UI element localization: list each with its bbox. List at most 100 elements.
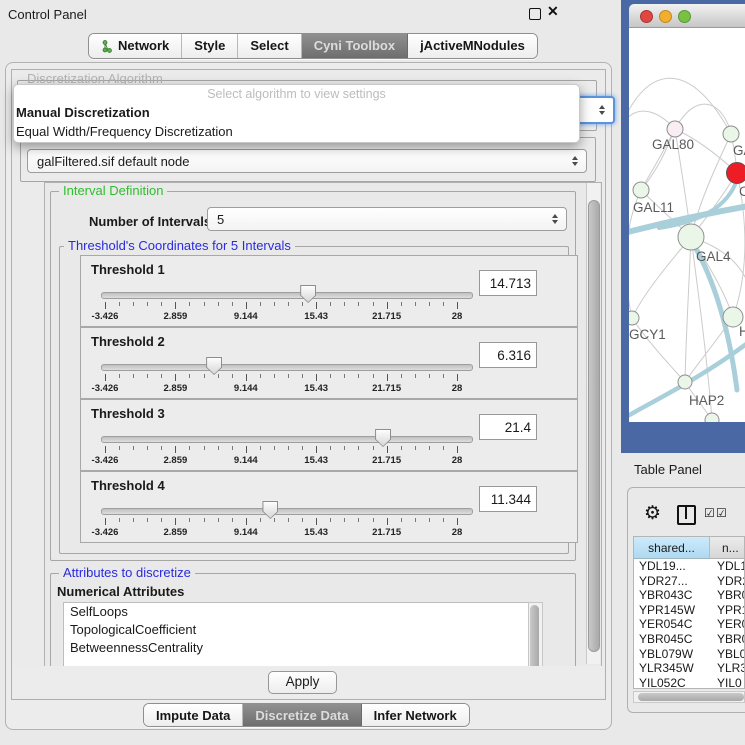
table-panel-title: Table Panel bbox=[634, 462, 702, 477]
split-view-icon[interactable] bbox=[677, 505, 696, 525]
table-row[interactable]: YIL052CYIL0 bbox=[634, 676, 744, 689]
tab-network[interactable]: Network bbox=[89, 34, 182, 58]
slider-track[interactable] bbox=[101, 436, 473, 443]
scrollbar-thumb[interactable] bbox=[638, 693, 744, 701]
table-cell[interactable]: YPR145W bbox=[634, 603, 710, 618]
checkbox-icon[interactable]: ☑ bbox=[704, 506, 715, 520]
number-of-intervals-combobox[interactable]: 5 bbox=[207, 207, 567, 231]
network-node[interactable] bbox=[705, 413, 719, 422]
tab-discretize-data[interactable]: Discretize Data bbox=[243, 704, 361, 726]
table-row[interactable]: YLR345WYLR3 bbox=[634, 661, 744, 676]
threshold-value-field[interactable]: 14.713 bbox=[479, 270, 537, 296]
table-row[interactable]: YDR27...YDR2 bbox=[634, 574, 744, 589]
tick-label: 15.43 bbox=[304, 383, 328, 394]
threshold-label: Threshold 4 bbox=[91, 478, 165, 493]
slider-ticks bbox=[81, 446, 577, 454]
table-cell[interactable]: YBR043C bbox=[634, 588, 710, 603]
network-node[interactable] bbox=[678, 375, 692, 389]
attribute-item[interactable]: SelfLoops bbox=[64, 603, 528, 621]
table-cell[interactable]: YBR0 bbox=[710, 632, 744, 647]
slider-thumb[interactable] bbox=[300, 285, 316, 303]
apply-button[interactable]: Apply bbox=[268, 671, 337, 694]
table-cell[interactable]: YDL1 bbox=[710, 559, 744, 574]
zoom-traffic-light-icon[interactable] bbox=[678, 10, 691, 23]
tab-cyni-toolbox[interactable]: Cyni Toolbox bbox=[302, 34, 408, 58]
tab-style[interactable]: Style bbox=[182, 34, 238, 58]
gear-icon[interactable]: ⚙ bbox=[644, 502, 661, 525]
tick-mark bbox=[344, 446, 345, 450]
table-data-value: galFiltered.sif default node bbox=[37, 154, 189, 169]
slider-track[interactable] bbox=[101, 292, 473, 299]
table-cell[interactable]: YPR1 bbox=[710, 603, 744, 618]
slider-track[interactable] bbox=[101, 508, 473, 515]
close-traffic-light-icon[interactable] bbox=[640, 10, 653, 23]
tick-mark bbox=[358, 446, 359, 450]
settings-scroll-viewport: Interval Definition Number of Intervals … bbox=[44, 182, 602, 667]
column-header-shared-name[interactable]: shared... bbox=[634, 537, 710, 559]
tick-label: 9.144 bbox=[234, 311, 258, 322]
table-cell[interactable]: YER0 bbox=[710, 617, 744, 632]
network-node[interactable] bbox=[629, 311, 639, 325]
slider-thumb[interactable] bbox=[375, 429, 391, 447]
network-node-selected[interactable] bbox=[727, 163, 745, 184]
table-row[interactable]: YER054CYER0 bbox=[634, 617, 744, 632]
network-window-titlebar[interactable] bbox=[629, 4, 745, 28]
float-window-icon[interactable] bbox=[529, 8, 541, 20]
tab-infer-network[interactable]: Infer Network bbox=[362, 704, 469, 726]
table-cell[interactable]: YLR3 bbox=[710, 661, 744, 676]
network-node[interactable] bbox=[723, 126, 739, 142]
slider-thumb[interactable] bbox=[206, 357, 222, 375]
close-icon[interactable]: ✕ bbox=[547, 3, 559, 20]
network-node[interactable] bbox=[678, 224, 704, 250]
tab-impute-data[interactable]: Impute Data bbox=[144, 704, 243, 726]
checkbox-icon[interactable]: ☑ bbox=[716, 506, 727, 520]
dropdown-option-equal-width[interactable]: Equal Width/Frequency Discretization bbox=[14, 122, 579, 141]
table-cell[interactable]: YDR2 bbox=[710, 574, 744, 589]
table-row[interactable]: YPR145WYPR1 bbox=[634, 603, 744, 618]
attribute-item[interactable]: TopologicalCoefficient bbox=[64, 621, 528, 639]
table-cell[interactable]: YBL0 bbox=[710, 647, 744, 662]
network-view-window[interactable]: GAL80 GA C GAL11 GAL4 GCY1 H HAP2 bbox=[621, 0, 745, 453]
table-cell[interactable]: YBR045C bbox=[634, 632, 710, 647]
table-cell[interactable]: YDL19... bbox=[634, 559, 710, 574]
tab-select[interactable]: Select bbox=[238, 34, 301, 58]
table-cell[interactable]: YDR27... bbox=[634, 574, 710, 589]
table-row[interactable]: YBL079WYBL0 bbox=[634, 647, 744, 662]
column-header-name[interactable]: n... bbox=[710, 537, 744, 559]
threshold-value-field[interactable]: 11.344 bbox=[479, 486, 537, 512]
tick-mark bbox=[302, 446, 303, 450]
numerical-attributes-list[interactable]: SelfLoopsTopologicalCoefficientBetweenne… bbox=[63, 602, 529, 667]
attributes-list-scrollbar[interactable] bbox=[528, 602, 543, 667]
table-cell[interactable]: YIL052C bbox=[634, 676, 710, 689]
threshold-value-field[interactable]: 21.4 bbox=[479, 414, 537, 440]
table-row[interactable]: YBR045CYBR0 bbox=[634, 632, 744, 647]
table-row[interactable]: YBR043CYBR0 bbox=[634, 588, 744, 603]
scrollbar-thumb[interactable] bbox=[588, 200, 600, 652]
table-horizontal-scrollbar[interactable] bbox=[633, 691, 745, 703]
table-cell[interactable]: YIL0 bbox=[710, 676, 744, 689]
dropdown-option-manual[interactable]: Manual Discretization bbox=[14, 103, 579, 122]
settings-vertical-scrollbar[interactable] bbox=[586, 183, 600, 664]
table-data-combobox[interactable]: galFiltered.sif default node bbox=[27, 149, 587, 173]
table-cell[interactable]: YBL079W bbox=[634, 647, 710, 662]
attribute-item[interactable]: BetweennessCentrality bbox=[64, 639, 528, 657]
tick-mark bbox=[204, 518, 205, 522]
tab-impute-data-label: Impute Data bbox=[156, 705, 230, 726]
tab-jactivemnodules[interactable]: jActiveMNodules bbox=[408, 34, 537, 58]
tick-mark bbox=[189, 446, 190, 450]
table-cell[interactable]: YBR0 bbox=[710, 588, 744, 603]
table-cell[interactable]: YER054C bbox=[634, 617, 710, 632]
table-row[interactable]: YDL19...YDL1 bbox=[634, 559, 744, 574]
scrollbar-thumb[interactable] bbox=[530, 605, 539, 667]
tick-mark bbox=[443, 374, 444, 378]
threshold-value-field[interactable]: 6.316 bbox=[479, 342, 537, 368]
network-canvas[interactable]: GAL80 GA C GAL11 GAL4 GCY1 H HAP2 bbox=[629, 28, 745, 422]
combo-arrows-icon bbox=[572, 156, 578, 166]
minimize-traffic-light-icon[interactable] bbox=[659, 10, 672, 23]
network-node[interactable] bbox=[667, 121, 683, 137]
slider-thumb[interactable] bbox=[262, 501, 278, 519]
table-cell[interactable]: YLR345W bbox=[634, 661, 710, 676]
slider-track[interactable] bbox=[101, 364, 473, 371]
network-node[interactable] bbox=[633, 182, 649, 198]
tick-mark bbox=[133, 446, 134, 450]
